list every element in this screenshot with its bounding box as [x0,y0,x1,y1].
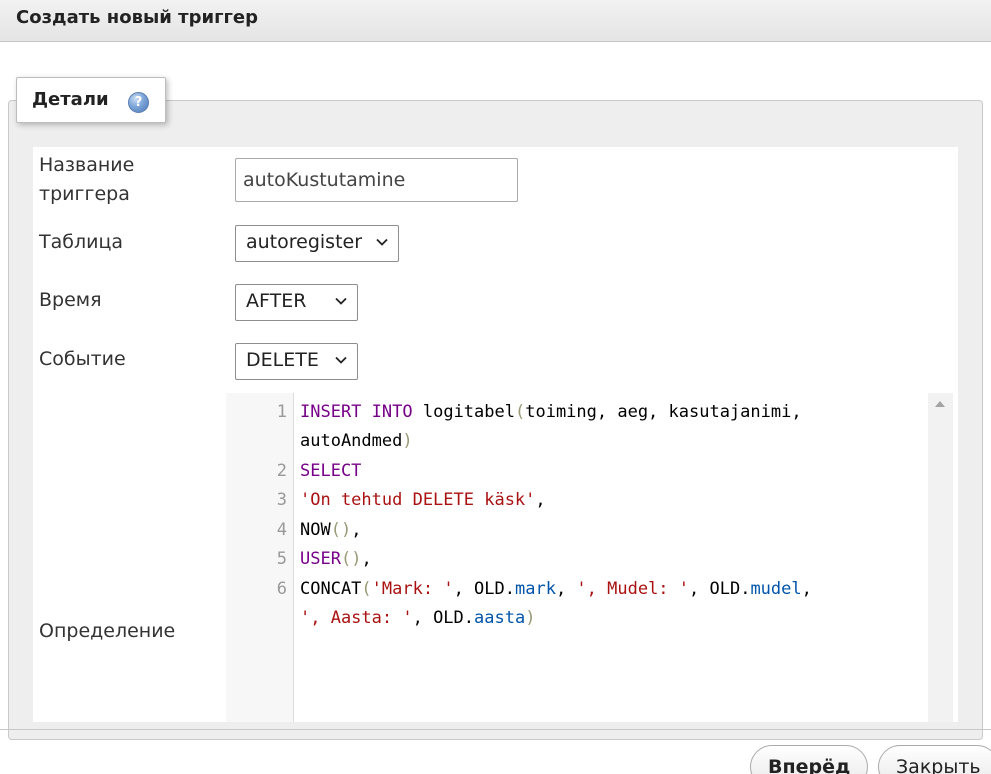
chevron-down-icon [335,297,347,305]
definition-label: Определение [39,620,176,642]
code-line: USER(), [300,549,372,569]
details-legend: Детали ? [16,77,166,123]
event-select-value: DELETE [246,349,319,371]
code-line: ', Aasta: ', OLD.aasta) [300,608,536,628]
trigger-name-input[interactable] [235,158,518,202]
definition-code-editor[interactable]: 1 2 3 4 5 6 INSERT INTO logitabel(toimin… [226,393,953,722]
editor-scrollbar[interactable] [928,393,953,722]
trigger-name-label-line2: триггера [39,183,130,205]
chevron-down-icon [335,356,347,364]
code-line: INSERT INTO logitabel(toiming, aeg, kasu… [300,402,802,422]
scroll-up-icon[interactable] [935,401,945,407]
time-select[interactable]: AFTER [235,284,358,321]
line-number: 2 [276,461,287,481]
line-number: 1 [276,402,287,422]
table-select[interactable]: autoregister [235,225,399,262]
dialog-titlebar: Создать новый триггер [0,0,991,42]
line-number: 3 [276,490,287,510]
line-number: 5 [276,549,287,569]
table-select-value: autoregister [246,231,363,253]
trigger-name-label-line1: Название [39,154,135,176]
table-label: Таблица [39,231,124,253]
legend-title: Детали [32,89,109,110]
chevron-down-icon [376,238,388,246]
code-line: 'On tehtud DELETE käsk', [300,490,546,510]
line-number-gutter: 1 2 3 4 5 6 [226,393,294,722]
time-label: Время [39,289,102,311]
event-label: Событие [39,348,126,370]
code-line: NOW(), [300,520,362,540]
dialog-title: Создать новый триггер [16,7,258,28]
forward-button[interactable]: Вперёд [750,745,869,774]
help-icon[interactable]: ? [128,92,149,113]
code-line: CONCAT('Mark: ', OLD.mark, ', Mudel: ', … [300,579,812,599]
code-line: autoAndmed) [300,431,413,451]
close-button[interactable]: Закрыть [878,745,991,774]
line-number: 4 [276,520,287,540]
footer-divider [0,729,991,730]
event-select[interactable]: DELETE [235,343,358,380]
line-number: 6 [276,579,287,599]
code-line: SELECT [300,461,362,481]
trigger-name-label: Название триггера [39,151,134,209]
code-body[interactable]: INSERT INTO logitabel(toiming, aeg, kasu… [294,393,928,722]
time-select-value: AFTER [246,290,307,312]
